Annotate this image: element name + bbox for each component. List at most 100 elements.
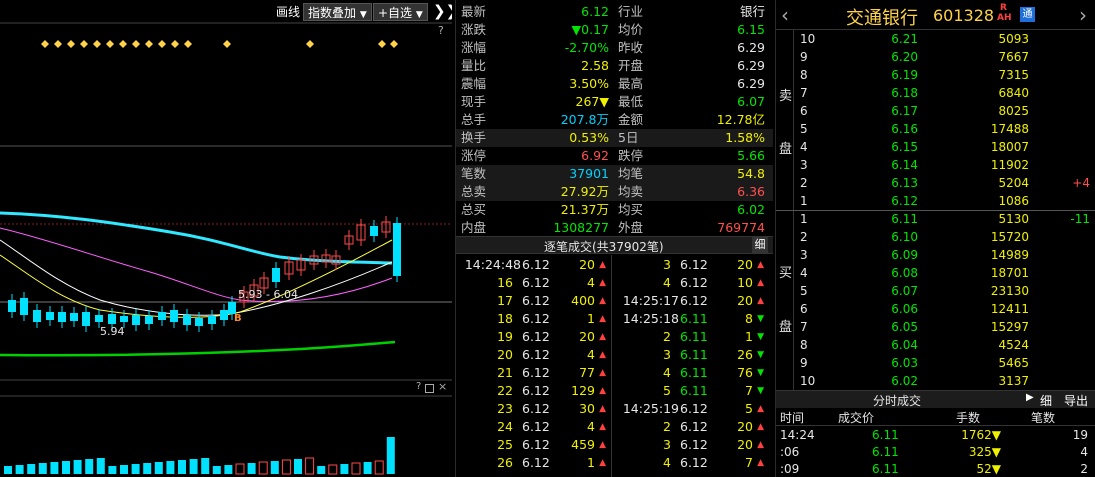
minute-trade-row: 14:24 6.11 1762▼ 19 [776,427,1095,444]
quote-value: -2.70% [564,40,609,55]
level-number: 8 [800,68,808,82]
order-book-row[interactable]: 4 6.08 18701 [776,265,1095,281]
order-book-row[interactable]: 1 6.11 5130 -11 [776,211,1095,227]
tick-price: 6.12 [680,257,708,272]
up-arrow-icon: ▲ [599,350,606,360]
event-diamond [67,40,75,48]
order-book-row[interactable]: 4 6.15 18007 [776,139,1095,155]
order-book-row[interactable]: 8 6.19 7315 [776,67,1095,83]
quote-label: 均买 [618,202,644,217]
volume-bar [340,464,349,474]
candles [8,216,401,332]
event-diamond [390,40,398,48]
quote-row: 内盘 1308277 外盘 769774 [456,219,773,237]
level-price: 6.18 [891,86,918,100]
minute-volume: 52▼ [976,462,1002,476]
col-time: 时间 [780,411,805,425]
order-book-row[interactable]: 3 6.09 14989 [776,247,1095,263]
ticks-detail-button[interactable]: 细 [752,237,768,253]
tick-row: 5 6.11 7 ▼ [614,382,769,400]
tick-volume: 5 [745,401,753,416]
volume-bar [73,460,82,474]
tick-volume: 8 [745,311,753,326]
tick-row: 3 6.12 20 ▲ [614,256,769,274]
event-diamond [80,40,88,48]
order-book-row[interactable]: 7 6.05 15297 [776,319,1095,335]
quote-label: 均卖 [618,184,644,199]
order-book-row[interactable]: 6 6.17 8025 [776,103,1095,119]
order-book-row[interactable]: 5 6.16 17488 [776,121,1095,137]
order-book-row[interactable]: 10 6.02 3137 [776,373,1095,389]
order-book-row[interactable]: 1 6.12 1086 [776,193,1095,209]
tick-price: 6.12 [522,347,550,362]
level-price: 6.19 [891,68,918,82]
order-book-row[interactable]: 10 6.21 5093 [776,31,1095,47]
up-arrow-icon: ▲ [757,278,764,288]
level-volume: 5093 [998,32,1029,46]
level-change: +4 [1072,176,1090,190]
volume-bar [15,465,24,474]
quote-row: 总买 21.37万 均买 6.02 [456,201,773,219]
level-price: 6.15 [891,140,918,154]
order-book-row[interactable]: 2 6.10 15720 [776,229,1095,245]
tick-row: 2 6.12 20 ▲ [614,418,769,436]
tick-row: 14:24:48 6.12 20 ▲ [456,256,611,274]
level-number: 8 [800,338,808,352]
tick-volume: 4 [587,419,595,434]
badge-tong[interactable]: 通 [1020,7,1035,22]
minute-time: 14:24 [780,428,815,442]
order-book-row[interactable]: 6 6.06 12411 [776,301,1095,317]
quote-value: 1.58% [725,130,765,145]
level-number: 6 [800,104,808,118]
close-icon[interactable]: × [438,380,447,393]
order-book-row[interactable]: 9 6.03 5465 [776,355,1095,371]
tick-volume: 20 [737,293,753,308]
quote-label: 总卖 [461,184,487,199]
play-icon[interactable]: ▶ [1026,392,1034,403]
minute-count: 2 [1080,462,1088,476]
up-arrow-icon: ▲ [599,314,606,324]
quote-label: 震幅 [461,76,487,91]
level-price: 6.14 [891,158,918,172]
order-book-row[interactable]: 2 6.13 5204 +4 [776,175,1095,191]
forward-arrow-icon[interactable]: › [1079,3,1087,27]
event-markers [41,40,398,48]
event-diamond [93,40,101,48]
tick-price: 6.12 [522,365,550,380]
up-arrow-icon: ▲ [599,440,606,450]
level-number: 2 [800,176,808,190]
export-button[interactable]: 导出 [1064,392,1088,409]
minute-detail-button[interactable]: 细 [1040,392,1052,409]
tick-row: 4 6.12 10 ▲ [614,274,769,292]
level-volume: 5204 [998,176,1029,190]
quote-value: 267▼ [575,94,609,109]
kline-chart-area[interactable]: 画线 指数叠加 ▼ +自选 ▼ ❯❯ ? 5.93 - 6.04 5.94 B … [0,0,452,477]
tick-price: 6.12 [680,293,708,308]
quote-label: 量比 [461,58,487,73]
up-arrow-icon: ▲ [599,422,606,432]
tick-time: 14:25:18 [622,311,679,326]
badge-ah[interactable]: AH [997,13,1012,23]
volume-bar [363,462,372,474]
ma-short2-line [0,239,393,318]
order-book-row[interactable]: 3 6.14 11902 [776,157,1095,173]
order-book-row[interactable]: 5 6.07 23130 [776,283,1095,299]
quote-label: 涨跌 [461,22,487,37]
ma-value-label: 5.93 - 6.04 [238,288,298,301]
volume-help-icon[interactable]: ? [416,381,421,392]
maximize-icon[interactable] [425,384,434,393]
level-volume: 18007 [990,140,1029,154]
down-arrow-icon: ▼ [757,368,764,378]
candle-body [108,314,116,324]
up-arrow-icon: ▲ [599,458,606,468]
tick-row: 4 6.11 76 ▼ [614,364,769,382]
order-book-row[interactable]: 7 6.18 6840 [776,85,1095,101]
back-arrow-icon[interactable]: ‹ [781,3,789,27]
level-number: 3 [800,158,808,172]
up-arrow-icon: ▲ [599,296,606,306]
order-book-row[interactable]: 8 6.04 4524 [776,337,1095,353]
quote-label: 涨幅 [461,40,487,55]
minute-volume: 325▼ [968,445,1001,459]
tick-row: 14:25:18 6.11 8 ▼ [614,310,769,328]
order-book-row[interactable]: 9 6.20 7667 [776,49,1095,65]
